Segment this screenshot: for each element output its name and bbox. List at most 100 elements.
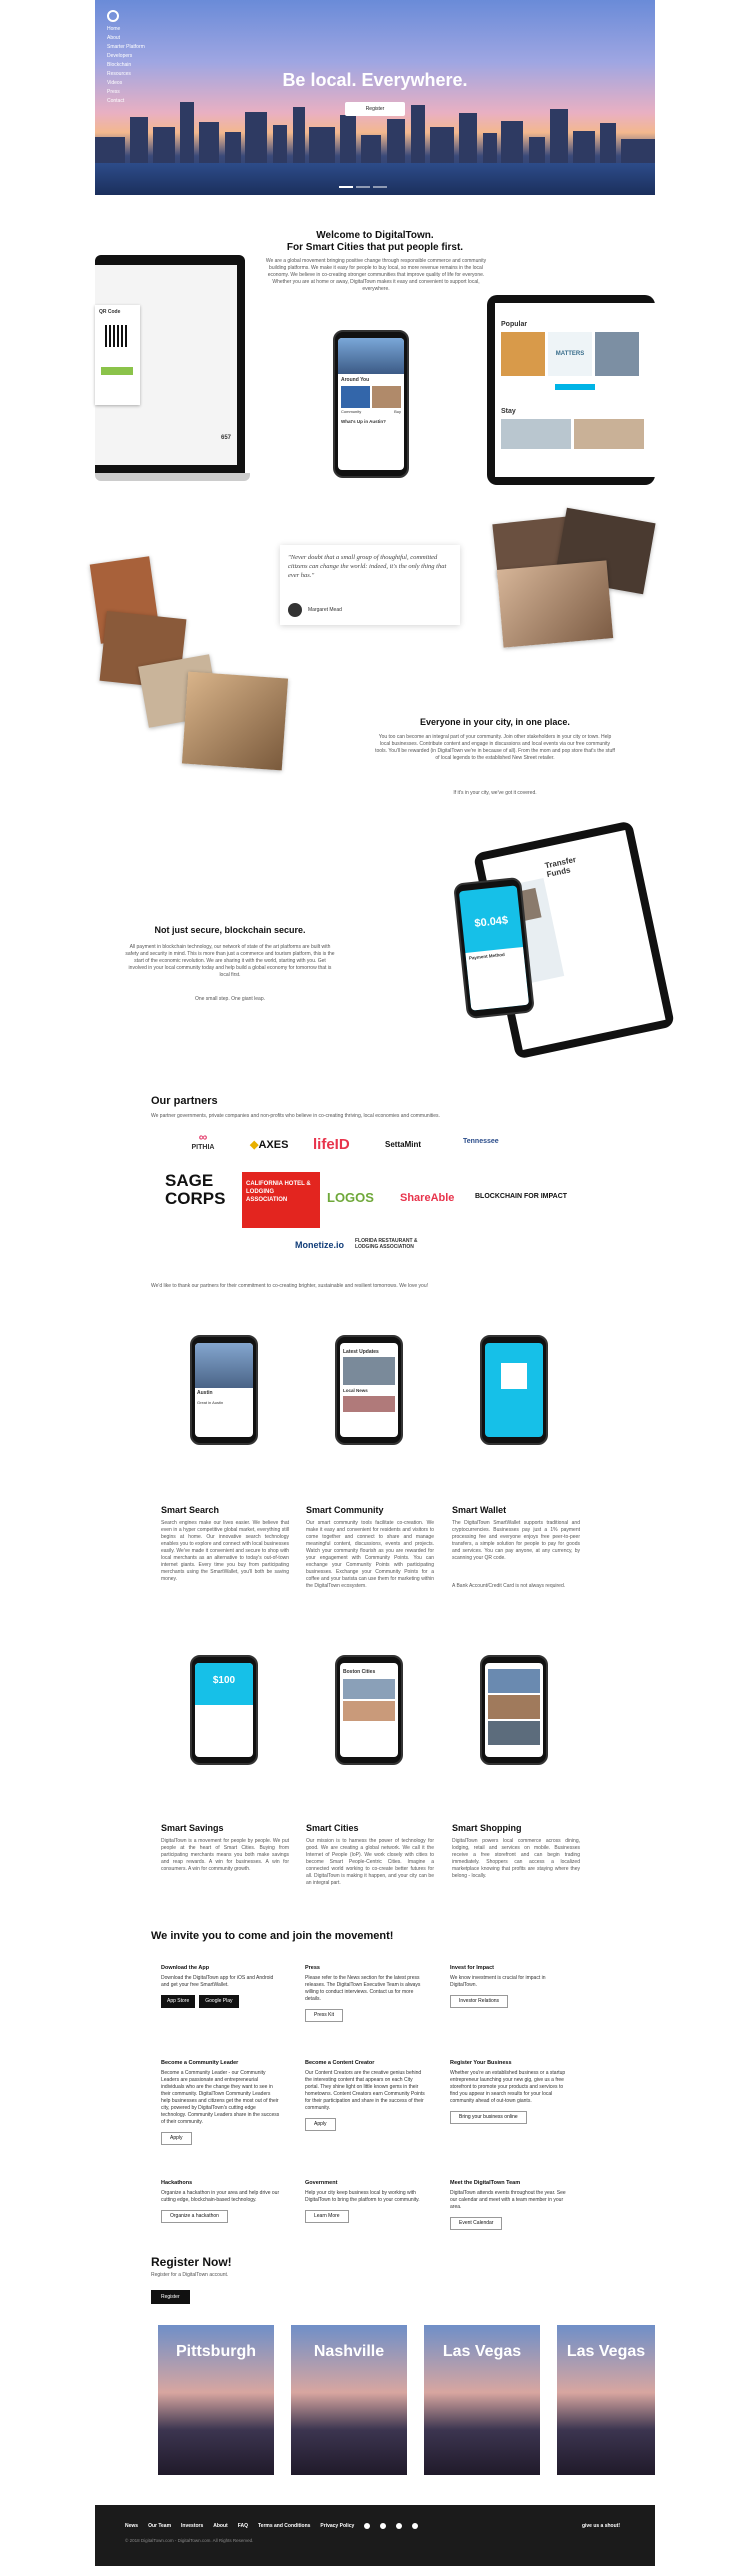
app-store-badge[interactable]: App Store xyxy=(161,1995,196,2008)
partner-tennessee-logo[interactable]: Tennessee xyxy=(463,1138,499,1145)
partner-logos-logo[interactable]: LOGOS xyxy=(327,1190,374,1205)
footer-links: News Our Team Investors About FAQ Terms … xyxy=(125,2523,419,2529)
partner-axes-logo[interactable]: ◆AXES xyxy=(250,1138,288,1151)
footer-contact-link[interactable]: give us a shout! xyxy=(582,2523,620,2529)
blockchain-body: All payment in blockchain technology, ou… xyxy=(125,944,335,978)
invite-content-creator: Become a Content Creator Our Content Crea… xyxy=(305,2060,425,2131)
digitaltown-logo-icon[interactable] xyxy=(107,10,119,22)
hero-title: Be local. Everywhere. xyxy=(282,70,468,90)
feature-title-smart-cities: Smart Cities xyxy=(306,1823,359,1833)
nav-item[interactable]: Contact xyxy=(107,98,145,104)
twitter-icon[interactable] xyxy=(380,2523,387,2529)
everyone-tagline: If it's in your city, we've got it cover… xyxy=(453,790,537,796)
page-frame: Home About Smarter Platform Developers B… xyxy=(89,0,676,2566)
bring-business-online-button[interactable]: Bring your business online xyxy=(450,2111,527,2124)
invite-download-app: Download the App Download the DigitalTown… xyxy=(161,1965,281,2008)
footer-link[interactable]: Terms and Conditions xyxy=(258,2523,310,2529)
learn-more-button[interactable]: Learn More xyxy=(305,2210,349,2223)
laptop-green-button[interactable] xyxy=(101,367,133,375)
linkedin-icon[interactable] xyxy=(412,2523,419,2529)
hero-register-button[interactable]: Register xyxy=(345,102,405,116)
partner-sage-corps-logo[interactable]: SAGE CORPS xyxy=(165,1172,235,1208)
savings-phone-mockup: $100 xyxy=(190,1655,258,1765)
nav-item[interactable]: Home xyxy=(107,26,145,32)
investor-relations-button[interactable]: Investor Relations xyxy=(450,1995,509,2008)
welcome-title-line1: Welcome to DigitalTown. xyxy=(316,230,434,241)
footer-link[interactable]: FAQ xyxy=(238,2523,248,2529)
footer-link[interactable]: News xyxy=(125,2523,138,2529)
partner-lifeid-logo[interactable]: lifeID xyxy=(313,1136,350,1153)
nav-item[interactable]: Smarter Platform xyxy=(107,44,145,50)
search-phone-mockup: Austin Great in Austin xyxy=(190,1335,258,1445)
footer-copyright: © 2018 DigitalTown.com - DigitalTown.com… xyxy=(125,2538,254,2543)
search-screen-heading: Austin xyxy=(197,1390,213,1396)
apply-creator-button[interactable]: Apply xyxy=(305,2118,336,2131)
partner-florida-restaurant-logo[interactable]: FLORIDA RESTAURANT & LODGING ASSOCIATION xyxy=(355,1238,435,1250)
instagram-icon[interactable] xyxy=(396,2523,403,2529)
qr-heading: QR Code xyxy=(99,309,121,315)
feature-title-smart-shopping: Smart Shopping xyxy=(452,1823,522,1833)
city-name: Las Vegas xyxy=(566,2343,646,2360)
partner-pithia-logo[interactable]: ∞ PITHIA xyxy=(183,1130,223,1151)
invite-register-business: Register Your Business Whether you're an … xyxy=(450,2060,570,2124)
quote-text: "Never doubt that a small group of thoug… xyxy=(288,554,447,579)
footer-link[interactable]: Privacy Policy xyxy=(320,2523,354,2529)
event-calendar-button[interactable]: Event Calendar xyxy=(450,2217,503,2230)
everyone-body: You too can become an integral part of y… xyxy=(375,734,615,761)
tablet-mockup: Popular MATTERS Stay xyxy=(487,295,655,485)
tablet-popular-heading: Popular xyxy=(501,321,528,328)
laptop-balance: 657 xyxy=(220,435,231,441)
footer-link[interactable]: Investors xyxy=(181,2523,203,2529)
footer-link[interactable]: About xyxy=(213,2523,227,2529)
nav-item[interactable]: Blockchain xyxy=(107,62,145,68)
popular-tile[interactable] xyxy=(595,332,639,376)
organize-hackathon-button[interactable]: Organize a hackathon xyxy=(161,2210,228,2223)
popular-tile[interactable] xyxy=(501,332,545,376)
city-card-las-vegas-2[interactable]: Las Vegas xyxy=(557,2325,655,2475)
nav-item[interactable]: Developers xyxy=(107,53,145,59)
quote-author: Margaret Mead xyxy=(308,607,342,613)
stay-tile[interactable] xyxy=(501,419,571,449)
facebook-icon[interactable] xyxy=(364,2523,371,2529)
feature-title-smart-savings: Smart Savings xyxy=(161,1823,224,1833)
feature-title-smart-search: Smart Search xyxy=(161,1505,220,1515)
partner-california-hotel-logo[interactable]: CALIFORNIA HOTEL & LODGING ASSOCIATION xyxy=(242,1172,320,1228)
community-screen-sub: Local News xyxy=(343,1388,368,1393)
tablet-cta-button[interactable] xyxy=(555,384,595,390)
laptop-base xyxy=(95,473,250,481)
feature-note-smart-wallet: A Bank Account/Credit Card is not always… xyxy=(452,1583,566,1589)
welcome-title-line2: For Smart Cities that put people first. xyxy=(286,242,464,253)
partner-monetize-logo[interactable]: Monetize.io xyxy=(295,1240,344,1250)
press-kit-button[interactable]: Press Kit xyxy=(305,2009,344,2022)
register-text: Register for a DigitalTown account. xyxy=(151,2272,229,2278)
carousel-dots[interactable] xyxy=(339,186,387,188)
city-card-pittsburgh-img[interactable]: Pittsburgh xyxy=(158,2325,274,2475)
footer: News Our Team Investors About FAQ Terms … xyxy=(95,2505,655,2566)
apply-leader-button[interactable]: Apply xyxy=(161,2132,192,2145)
savings-screen-amount: $100 xyxy=(195,1663,253,1705)
footer-link[interactable]: Our Team xyxy=(148,2523,171,2529)
matters-tile[interactable]: MATTERS xyxy=(548,332,592,376)
community-tile[interactable] xyxy=(341,386,370,408)
hero-banner: Home About Smarter Platform Developers B… xyxy=(95,0,655,195)
cities-screen-heading: Boston Cities xyxy=(343,1669,376,1675)
city-name: Nashville xyxy=(313,2343,385,2360)
feature-text-smart-shopping: DigitalTown powers local commerce across… xyxy=(452,1838,580,1879)
google-play-badge[interactable]: Google Play xyxy=(199,1995,239,2008)
partner-blockchain-impact-logo[interactable]: BLOCKCHAIN FOR IMPACT xyxy=(475,1193,567,1200)
feature-text-smart-community: Our smart community tools facilitate co-… xyxy=(306,1520,434,1589)
city-card-las-vegas[interactable]: Las Vegas xyxy=(424,2325,540,2475)
register-button[interactable]: Register xyxy=(151,2290,190,2304)
partner-settamint-logo[interactable]: SettaMint xyxy=(385,1140,421,1149)
city-card-nashville[interactable]: Nashville xyxy=(291,2325,407,2475)
buy-tile[interactable] xyxy=(372,386,401,408)
search-screen-sub: Great in Austin xyxy=(197,1400,224,1405)
nav-item[interactable]: About xyxy=(107,35,145,41)
community-label: Community xyxy=(341,409,362,414)
partner-shareable-logo[interactable]: ShareAble xyxy=(400,1192,454,1204)
stay-tile[interactable] xyxy=(574,419,644,449)
phone-mockup: Around You Community Buy What's Up in Au… xyxy=(333,330,409,478)
welcome-title: Welcome to DigitalTown. For Smart Cities… xyxy=(225,230,525,254)
wallet-phone-mockup: $0.04$ Payment Method xyxy=(453,876,535,1020)
buy-label: Buy xyxy=(394,409,401,414)
